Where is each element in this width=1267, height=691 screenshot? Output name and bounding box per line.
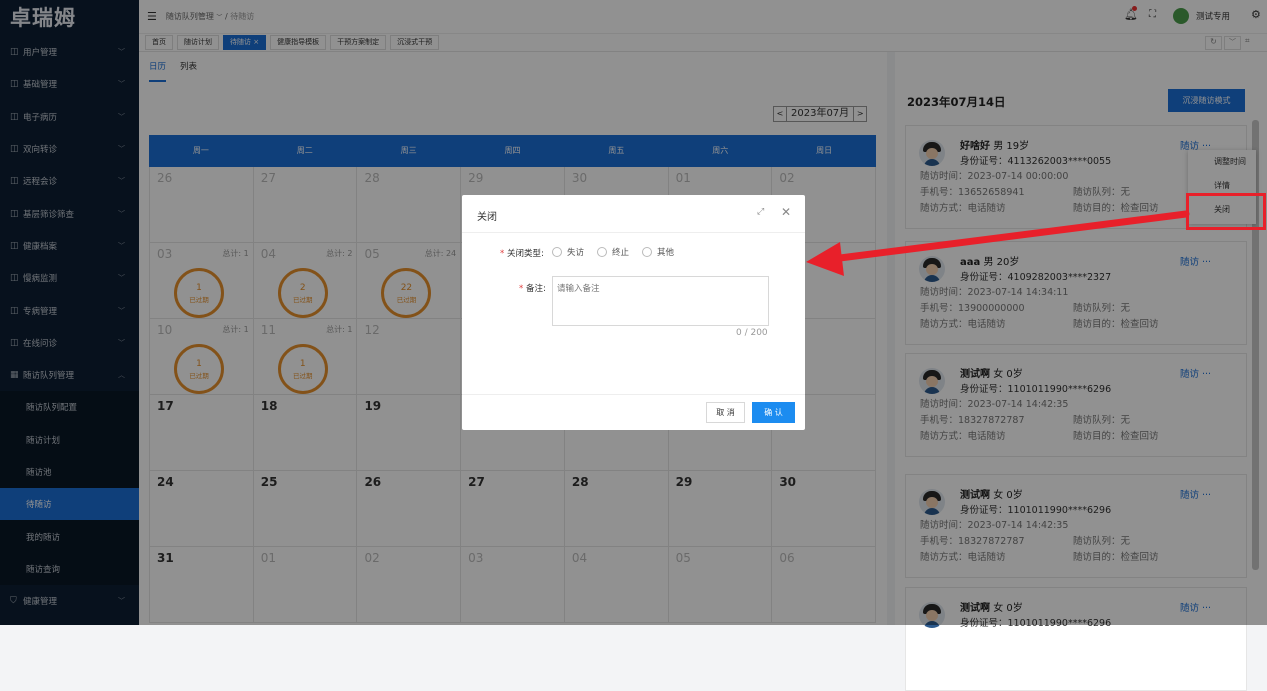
radio-circle-icon [642, 247, 652, 257]
cancel-button[interactable]: 取 消 [706, 402, 745, 423]
note-label: * 备注: [519, 284, 546, 294]
close-icon[interactable]: ✕ [781, 205, 791, 219]
radio-circle-icon [597, 247, 607, 257]
confirm-button[interactable]: 确 认 [752, 402, 795, 423]
radio-lost[interactable]: 失访 [552, 246, 584, 258]
char-counter: 0 / 200 [736, 328, 768, 338]
close-type-label: * 关闭类型: [500, 249, 544, 259]
radio-other[interactable]: 其他 [642, 246, 674, 258]
close-followup-dialog: 关闭 ⤢ ✕ * 关闭类型: 失访 终止 其他 * 备注: 0 / 200 取 … [462, 195, 805, 430]
radio-terminate[interactable]: 终止 [597, 246, 629, 258]
note-textarea[interactable] [552, 276, 769, 326]
maximize-icon[interactable]: ⤢ [757, 207, 764, 217]
radio-circle-icon [552, 247, 562, 257]
dialog-title: 关闭 [477, 212, 497, 223]
annotation-highlight-box [1186, 193, 1266, 230]
